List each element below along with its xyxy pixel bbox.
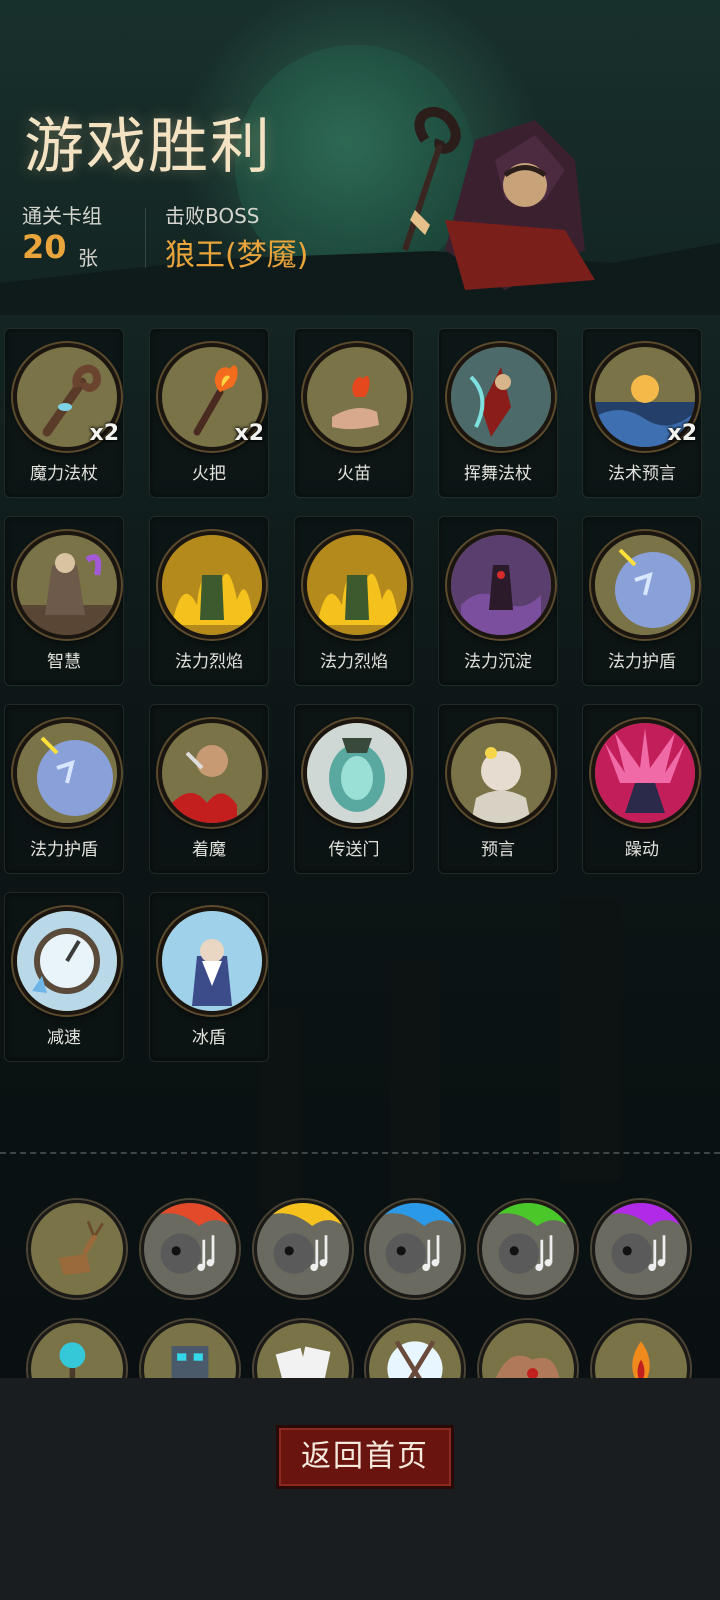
music-skull-green-icon[interactable] <box>479 1200 577 1298</box>
ice-crystal-icon[interactable] <box>366 1320 464 1378</box>
deck-unit: 张 <box>78 246 98 270</box>
playing-cards-icon[interactable] <box>254 1320 352 1378</box>
mana-shield-icon <box>13 719 121 827</box>
card-count-badge: x2 <box>234 421 265 446</box>
music-skull-purple-icon[interactable] <box>592 1200 690 1298</box>
deck-card[interactable]: 法力烈焰 <box>294 516 414 686</box>
music-skull-red-icon[interactable] <box>141 1200 239 1298</box>
mana-flame-icon <box>303 531 411 639</box>
deck-card[interactable]: 法力沉淀 <box>438 516 558 686</box>
card-name: 法力护盾 <box>30 840 98 860</box>
card-name: 减速 <box>47 1028 81 1048</box>
deck-label: 通关卡组 <box>22 204 102 228</box>
prophecy-icon <box>447 719 555 827</box>
deck-card[interactable]: 预言 <box>438 704 558 874</box>
back-home-button[interactable]: 返回首页 <box>276 1425 454 1489</box>
music-skull-yellow-icon[interactable] <box>254 1200 352 1298</box>
flame-gem-icon[interactable] <box>592 1320 690 1378</box>
card-count-badge: x2 <box>89 421 120 446</box>
wisdom-icon <box>13 531 121 639</box>
deck-card[interactable]: 智慧 <box>4 516 124 686</box>
deck-count: 20 <box>22 228 67 266</box>
mana-flame-icon <box>158 531 266 639</box>
boss-label: 击败BOSS <box>165 204 260 228</box>
possessed-icon <box>158 719 266 827</box>
deck-card[interactable]: 挥舞法杖 <box>438 328 558 498</box>
deck-card[interactable]: 着魔 <box>149 704 269 874</box>
portal-icon <box>303 719 411 827</box>
card-name: 传送门 <box>328 840 380 860</box>
deck-card[interactable]: x2 魔力法杖 <box>4 328 124 498</box>
deck-card[interactable]: 法力护盾 <box>4 704 124 874</box>
card-name: 火把 <box>192 464 226 484</box>
fire-hand-icon <box>303 343 411 451</box>
stat-divider <box>145 208 146 268</box>
relic-list <box>0 1170 720 1378</box>
deck-card[interactable]: 冰盾 <box>149 892 269 1062</box>
page-title: 游戏胜利 <box>24 112 272 182</box>
card-name: 魔力法杖 <box>30 464 98 484</box>
card-name: 法力沉淀 <box>464 652 532 672</box>
card-count-badge: x2 <box>667 421 698 446</box>
wave-staff-icon <box>447 343 555 451</box>
restless-icon <box>591 719 699 827</box>
deck-card[interactable]: 法力护盾 <box>582 516 702 686</box>
music-skull-blue-icon[interactable] <box>366 1200 464 1298</box>
card-name: 着魔 <box>192 840 226 860</box>
section-divider <box>0 1152 720 1154</box>
deck-card[interactable]: x2 法术预言 <box>582 328 702 498</box>
deck-card[interactable]: 减速 <box>4 892 124 1062</box>
witch-character-illustration <box>402 107 595 290</box>
card-name: 挥舞法杖 <box>464 464 532 484</box>
deck-card[interactable]: 传送门 <box>294 704 414 874</box>
deck-card[interactable]: 躁动 <box>582 704 702 874</box>
robot-icon[interactable] <box>141 1320 239 1378</box>
deck-card[interactable]: 法力烈焰 <box>149 516 269 686</box>
card-name: 法力护盾 <box>608 652 676 672</box>
deer-icon[interactable] <box>28 1200 126 1298</box>
tree-silhouette <box>390 960 440 1200</box>
card-name: 智慧 <box>47 652 81 672</box>
card-name: 躁动 <box>625 840 659 860</box>
bottom-bar <box>0 1378 720 1600</box>
card-name: 法术预言 <box>608 464 676 484</box>
orb-staff-icon[interactable] <box>28 1320 126 1378</box>
card-name: 冰盾 <box>192 1028 226 1048</box>
deck-card[interactable]: 火苗 <box>294 328 414 498</box>
boss-name: 狼王(梦魇) <box>165 238 309 273</box>
mana-settle-icon <box>447 531 555 639</box>
ice-shield-icon <box>158 907 266 1015</box>
card-name: 法力烈焰 <box>320 652 388 672</box>
deck-card[interactable]: x2 火把 <box>149 328 269 498</box>
card-name: 预言 <box>481 840 515 860</box>
card-name: 法力烈焰 <box>175 652 243 672</box>
mana-shield-icon <box>591 531 699 639</box>
slow-icon <box>13 907 121 1015</box>
muscle-icon[interactable] <box>479 1320 577 1378</box>
card-name: 火苗 <box>337 464 371 484</box>
tree-silhouette <box>560 900 620 1180</box>
